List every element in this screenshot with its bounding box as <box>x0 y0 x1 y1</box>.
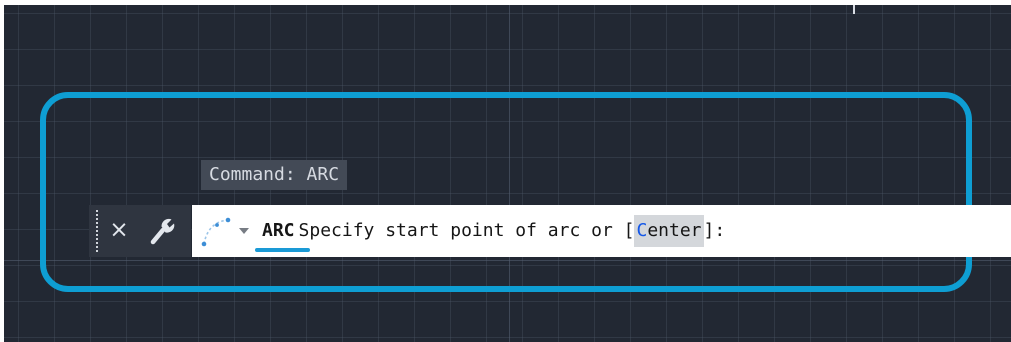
recent-commands-dropdown[interactable] <box>198 214 250 248</box>
active-command-name: ARC <box>262 220 295 241</box>
arc-command-icon <box>201 217 231 247</box>
prompt-text: Specify start point of arc or <box>298 220 624 241</box>
command-prompt: ARC Specify start point of arc or [Center… <box>262 205 725 257</box>
close-button[interactable]: × <box>105 212 133 248</box>
command-history-line: Command: ARC <box>201 160 348 190</box>
close-icon: × <box>109 217 129 243</box>
crosshair-cursor-tick <box>853 5 855 14</box>
command-line-input[interactable]: ARC Specify start point of arc or [Center… <box>192 205 1011 257</box>
center-option-hotkey: C <box>636 220 648 241</box>
customize-button[interactable] <box>145 211 179 249</box>
wrench-icon <box>150 218 175 245</box>
center-option-label: enter <box>647 220 702 241</box>
prompt-colon: : <box>714 220 726 241</box>
caret-down-icon <box>239 228 249 234</box>
option-bracket-open: [ <box>623 220 635 241</box>
option-bracket-close: ] <box>703 220 715 241</box>
highlight-frame <box>40 92 972 292</box>
drag-grip-handle[interactable] <box>96 210 98 252</box>
center-option-link[interactable]: Center <box>634 215 704 247</box>
command-name-underline <box>255 248 310 252</box>
